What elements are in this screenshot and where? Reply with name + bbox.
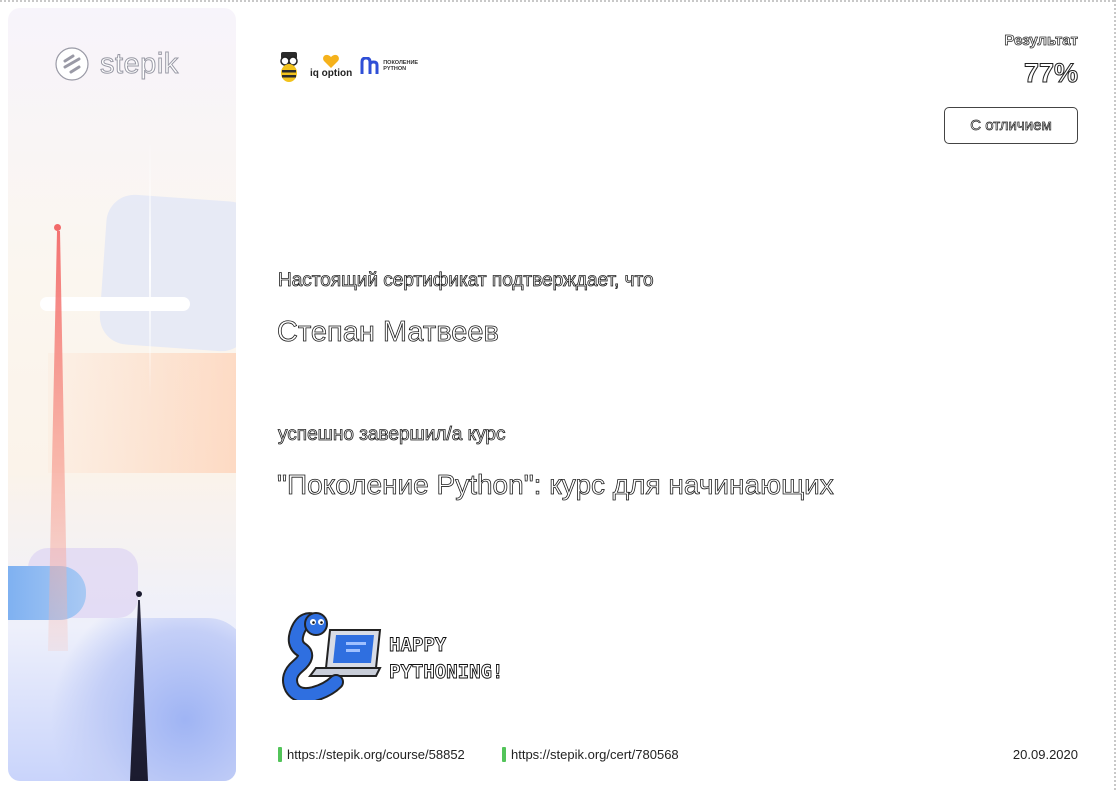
decor-bar [40,297,190,311]
iq-option-logo: iq option [310,54,352,79]
pokolenie-python-logo: ПОКОЛЕНИЕ PYTHON [360,57,418,75]
result-value: 77% [1023,58,1078,89]
python-snake-laptop-icon [282,612,382,700]
decor-shape [97,192,236,354]
grade-badge: С отличием [944,107,1078,144]
green-marker [502,747,506,762]
stepik-logo-icon [55,47,89,81]
iq-option-text: iq option [310,67,353,79]
heart-icon [323,54,340,68]
cert-link[interactable]: https://stepik.org/cert/780568 [511,747,679,762]
result-label: Результат [1004,32,1078,50]
course-link-group: https://stepik.org/course/58852 [278,747,465,762]
bee-mascot-icon [280,52,298,82]
issue-date: 20.09.2020 [1012,747,1078,762]
happy-line2: PYTHONING! [389,661,504,684]
course-title: "Поколение Python": курс для начинающих [277,469,835,501]
decor-dark-dot [136,591,142,597]
decor-red-dot [54,224,61,231]
pp-logo-icon [360,57,379,74]
happy-pythoning-text: HAPPY PYTHONING! [389,632,504,686]
decor-line [149,138,151,398]
partner-logos: iq option ПОКОЛЕНИЕ PYTHON [276,48,418,84]
frame-top-border [0,0,1116,2]
pp-logo-line2: PYTHON [383,66,407,72]
decor-shape [8,566,86,620]
green-marker [278,747,282,762]
cert-link-group: https://stepik.org/cert/780568 [502,747,679,762]
happy-line1: HAPPY [389,634,447,657]
certificate-intro: Настоящий сертификат подтверждает, что [278,270,654,292]
stepik-logo-text: stepik [100,47,179,80]
course-link[interactable]: https://stepik.org/course/58852 [287,747,465,762]
decor-shape [48,353,236,473]
decorative-panel: stepik [8,8,236,781]
recipient-name: Степан Матвеев [277,316,500,349]
stepik-logo: stepik [54,46,179,82]
completion-text: успешно завершил/а курс [278,424,506,446]
